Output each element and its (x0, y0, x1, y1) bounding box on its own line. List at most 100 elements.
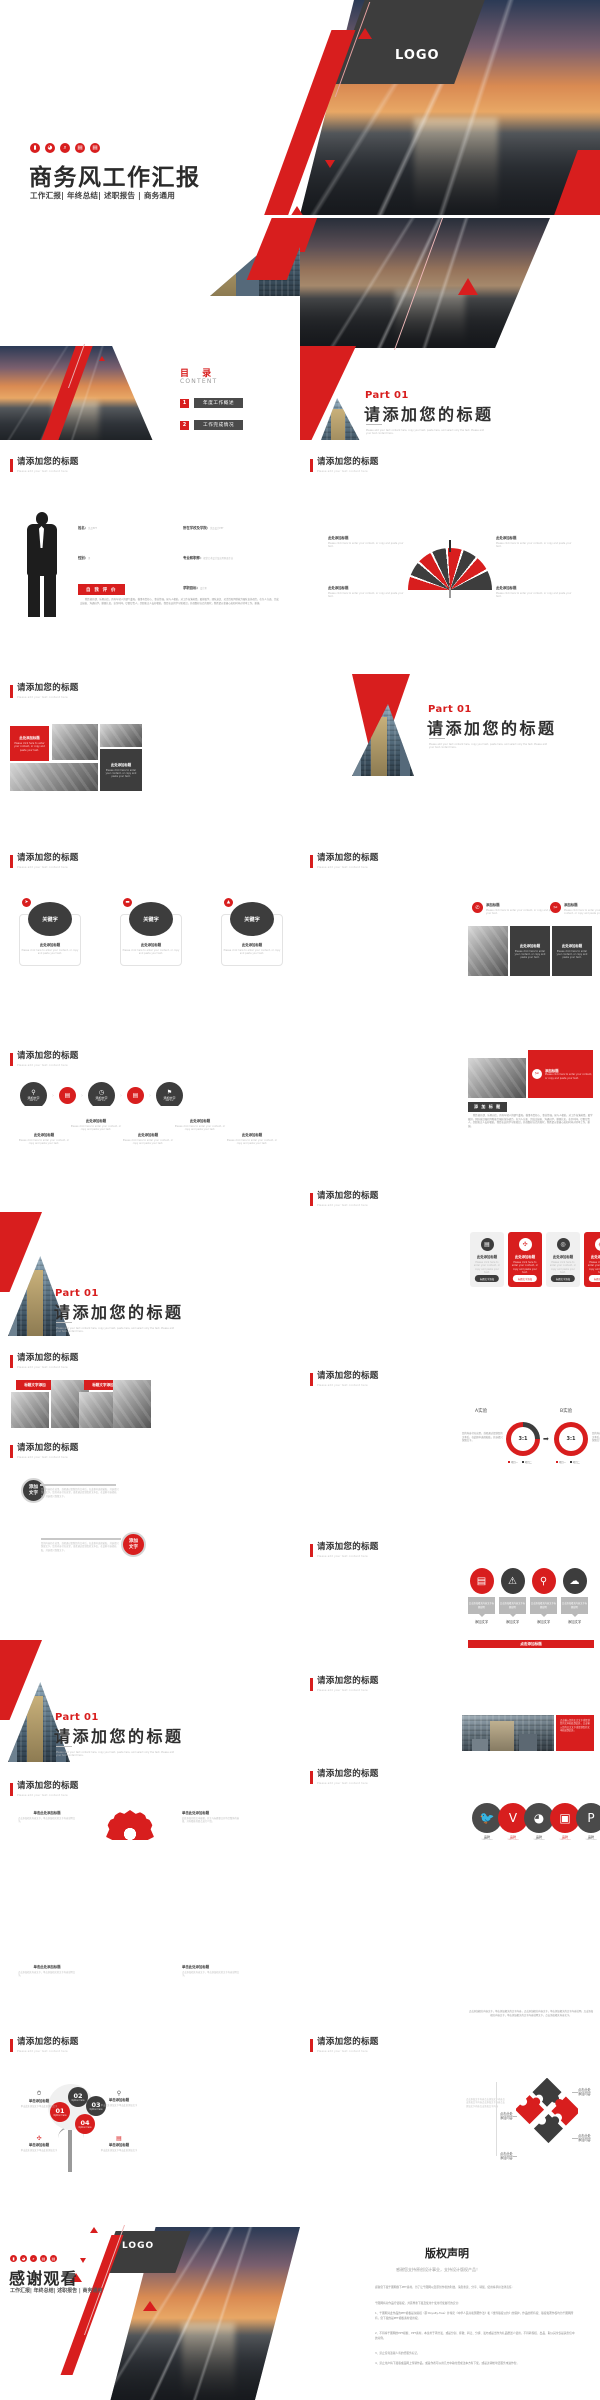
slide-donut-charts: 请添加您的标题 Please add your text content her… (300, 1350, 600, 1535)
section-part-label: Part 01 (365, 390, 409, 401)
header-subtitle: Please add your text content here (17, 1455, 68, 1459)
add-text-bubble[interactable]: 添加 文字 (121, 1532, 146, 1557)
timeline-sub: Add Text (29, 1100, 38, 1102)
feature-body: Please click here to enter your content,… (511, 1261, 539, 1274)
section-rule (429, 738, 445, 739)
feature-button[interactable]: 标题文字添加 (550, 1275, 576, 1282)
feature-button[interactable]: 标题文字添加 (474, 1275, 500, 1282)
pinterest-icon[interactable]: P (576, 1803, 600, 1833)
arrow-right-icon: ➡ (543, 1435, 549, 1443)
social-paragraph: 点击添加相关内容文字，单击添加相关的文字内容，点击添加相关内容文字，单击添加相关… (468, 2010, 594, 2017)
header-subtitle: Please add your text content here (317, 1203, 368, 1207)
panel-dark: 此处添加标题 Please click here to enter your c… (552, 926, 592, 976)
header-title: 请添加您的标题 (17, 2037, 79, 2047)
grid-photo (52, 724, 98, 760)
copyright-paragraph: 感谢您下载千图网旗下PPT素材，为了让千图网以及原创作者的利益，请您重读、分享、… (375, 2285, 513, 2289)
chart-title-a: A实验 (475, 1409, 488, 1414)
keyword-label: 关键字 (244, 916, 260, 923)
legend-label: 项目一 (559, 1461, 566, 1464)
slide-timeline-captions: 此处添加标题 Please click here to enter your c… (0, 1106, 300, 1206)
section-rule (56, 1322, 72, 1323)
section-part-label: Part 01 (428, 704, 472, 715)
header-title: 请添加您的标题 (317, 1191, 379, 1201)
slide-four-cards: 请添加您的标题 Please add your text content her… (300, 1170, 600, 1350)
header-title: 请添加您的标题 (17, 1781, 79, 1791)
feature-card[interactable]: ◎ 此处添加标题 Please click here to enter your… (546, 1232, 580, 1287)
timeline-step[interactable]: ◷ 添加文字 Add Text (88, 1082, 115, 1106)
slide-header: 请添加您的标题 Please add your text content her… (10, 853, 79, 869)
gear-item-title: 单击此处添加标题 (33, 1811, 61, 1815)
triangle-icon (325, 160, 335, 168)
photo-tile (11, 1392, 49, 1428)
callout-body: Please click here to enter your content,… (496, 592, 572, 599)
timeline-caption-body: Please click here to enter your content,… (226, 1139, 278, 1146)
donut-chart-a: 3:1 (506, 1422, 540, 1456)
icon-row-footer-button[interactable]: 点击添加标题 (468, 1640, 594, 1648)
catalog-item[interactable]: 1 年度工作概述 (180, 398, 244, 409)
keyword-label: 关键字 (143, 916, 159, 923)
catalog-item[interactable]: 2 工作完成情况 (180, 420, 244, 431)
timeline-step[interactable]: ▤ (59, 1087, 76, 1104)
header-subtitle: Please add your text content here (317, 1383, 368, 1387)
section-part-label: Part 01 (55, 1288, 99, 1299)
keyword-title: 此处添加标题 (39, 943, 61, 947)
thanks-title: 感谢观看 (9, 2269, 78, 2288)
banner-badge: 添 加 标 题 (468, 1102, 508, 1112)
cover-logo: LOGO (395, 48, 440, 63)
profile-field-value: 优品PPT (88, 527, 98, 530)
social-sub: 1562 Likes (585, 1839, 597, 1840)
timeline-caption-title: 此处添加标题 (137, 1133, 159, 1137)
feature-body: Please click here to enter your content,… (473, 1261, 501, 1274)
header-subtitle: Please add your text content here (17, 1063, 68, 1067)
feature-card[interactable]: ✣ 此处添加标题 Please click here to enter your… (508, 1232, 542, 1287)
icon-card-label: 添加文字 (474, 1620, 489, 1624)
timeline-step[interactable]: ⚑ 添加文字 Add Text (156, 1082, 183, 1106)
tree-caption-title: 单击添加标题 (28, 2099, 50, 2103)
book-icon: ▤ (480, 1238, 494, 1251)
photo-label-text: 标题文字添加 (24, 1382, 46, 1387)
header-accent-bar (310, 1193, 313, 1206)
tree-caption-title: 单击添加标题 (108, 2098, 130, 2102)
profile-field-label: 姓名： (78, 526, 89, 530)
slide-copyright: 版权声明 感谢您支持原创设计事业，支持设计版权产品！ 感谢您下载千图网旗下PPT… (300, 2205, 600, 2400)
tree-caption-body: 单击此处添加文字单击此处添加文字 (100, 2104, 138, 2107)
send-icon: ➤ (22, 898, 31, 907)
bulb-icon: ⚲ (531, 1568, 556, 1594)
tree-node[interactable]: 02 Option here (68, 2087, 88, 2107)
header-subtitle: Please add your text content here (17, 1793, 68, 1797)
copyright-paragraph: 千图网将对作品行使版权，并需尊重下载及使用十使用行使履行的安全: (375, 2301, 460, 2305)
puzzle-label: 点击此处 添加内容 (500, 2152, 513, 2161)
chart-legend-a: 项目一 项目二 (508, 1460, 532, 1464)
desk-photo (468, 926, 508, 976)
grid-photo (100, 724, 142, 747)
puzzle-left-body: 点击添加文字内容点击添加文字内容点击添加文字内容点击添加文字内容点击添加文字内容… (466, 2098, 505, 2108)
contact-title: 添加标题 (486, 903, 500, 907)
feature-card[interactable]: ◉ 此处添加标题 Please click here to enter your… (584, 1232, 600, 1287)
tree-node-sub: Option here (71, 2098, 85, 2102)
chat-icon: ▬ (123, 898, 132, 907)
feature-button[interactable]: 标题文字添加 (512, 1275, 538, 1282)
icon-card-body: 点击添加相关内容文字标题说明 (561, 1602, 588, 1609)
warning-icon: ⚠ (500, 1568, 525, 1594)
flag-icon: ⚑ (166, 1089, 173, 1096)
tree-caption-title: 单击添加标题 (28, 2143, 50, 2147)
timeline-caption-body: Please click here to enter your content,… (18, 1139, 70, 1146)
timeline-step[interactable]: ⚲ 添加文字 Add Text (20, 1082, 47, 1106)
profile-eval-title: 自 我 评 价 (86, 587, 117, 593)
feature-button[interactable]: 标题文字添加 (588, 1275, 600, 1282)
grid-card-body: Please click here to enter your content,… (105, 768, 137, 779)
gear-item-title: 单击此处添加标题 (182, 1965, 210, 1969)
feature-body: Please click here to enter your content,… (587, 1261, 600, 1274)
feature-card[interactable]: ▤ 此处添加标题 Please click here to enter your… (470, 1232, 504, 1287)
header-title: 请添加您的标题 (317, 1371, 379, 1381)
wifi-icon: ◉ (594, 1238, 600, 1251)
grid-card-dark: 此处添加标题 Please click here to enter your c… (100, 749, 142, 791)
tree-node[interactable]: 04 Option here (75, 2114, 95, 2134)
timeline-sub: Add Text (97, 1100, 106, 1102)
gear-item-body: 点击添加相关内容文字，单击添加相关的文字内容说明文字。 (182, 1971, 240, 1978)
gear-item-title: 单击此处添加标题 (33, 1965, 61, 1969)
chart-legend-b: 项目一 项目二 (556, 1460, 580, 1464)
header-subtitle: Please add your text content here (17, 469, 68, 473)
timeline-step[interactable]: ▤ (127, 1087, 144, 1104)
compass-icon: ◎ (556, 1238, 570, 1251)
